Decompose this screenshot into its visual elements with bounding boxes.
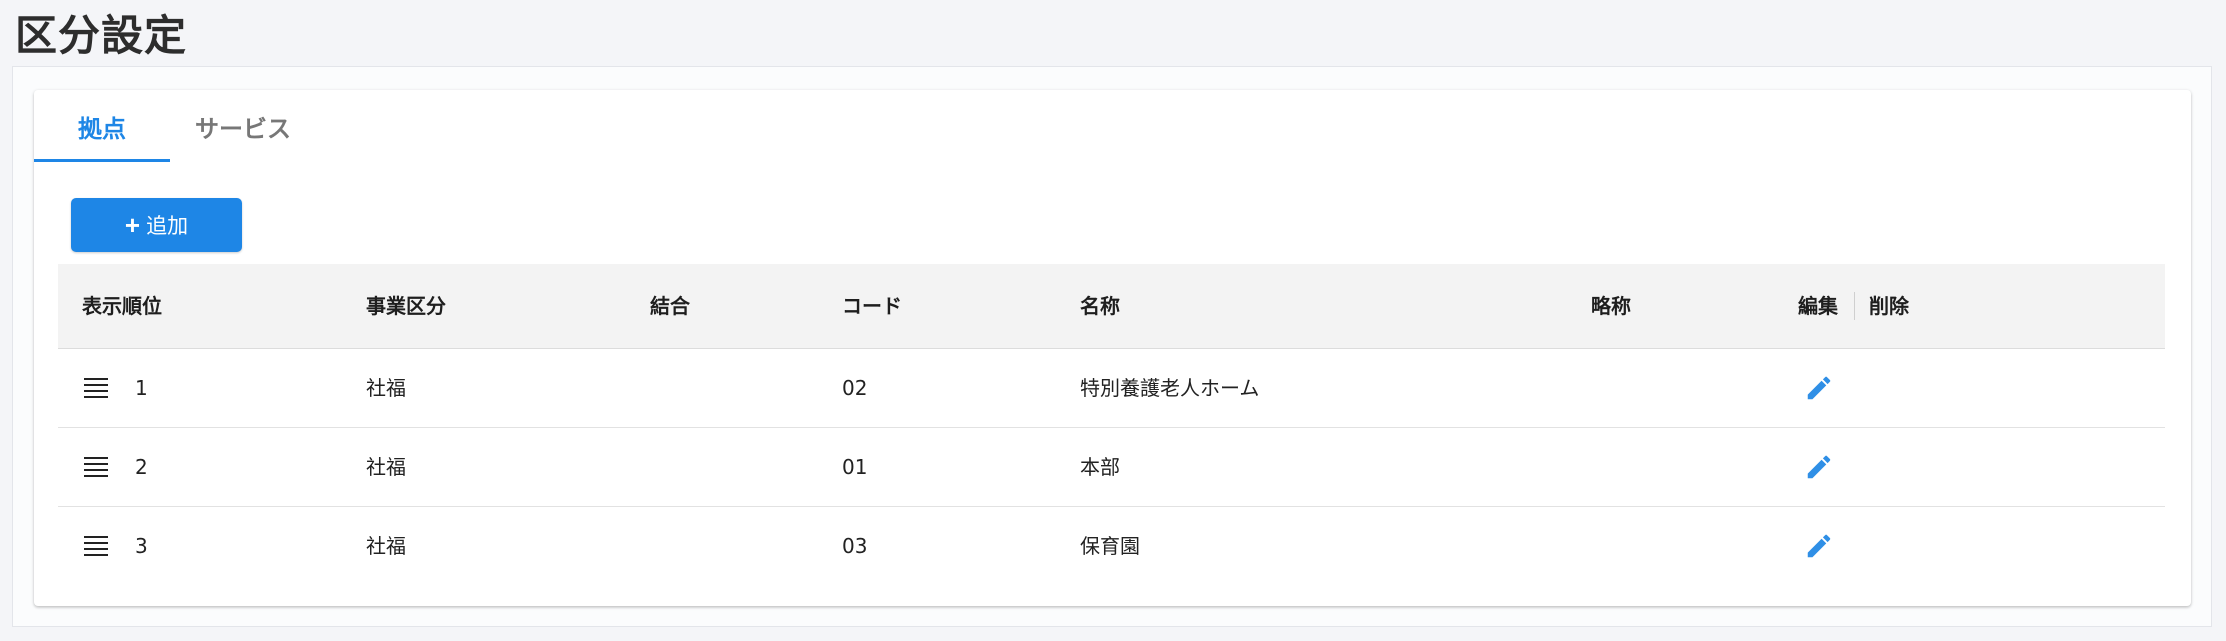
drag-handle-icon[interactable] — [84, 457, 108, 477]
column-header-business-category: 事業区分 — [366, 294, 446, 318]
drag-handle-icon[interactable] — [84, 536, 108, 556]
cell-business-category: 社福 — [366, 376, 406, 400]
tab-bar: 拠点 サービス — [34, 90, 316, 162]
cell-code: 03 — [842, 534, 868, 558]
table-row: 1 社福 02 特別養護老人ホーム — [58, 349, 2165, 428]
edit-pencil-icon[interactable] — [1804, 452, 1834, 482]
cell-order: 1 — [135, 376, 148, 400]
page-title: 区分設定 — [15, 11, 188, 60]
edit-pencil-icon[interactable] — [1804, 531, 1834, 561]
table-row: 2 社福 01 本部 — [58, 428, 2165, 507]
cell-code: 02 — [842, 376, 868, 400]
edit-pencil-icon[interactable] — [1804, 373, 1834, 403]
column-header-order: 表示順位 — [82, 294, 162, 318]
column-header-abbreviation: 略称 — [1591, 294, 1631, 318]
column-header-merge: 結合 — [650, 294, 690, 318]
header-divider — [1854, 292, 1855, 320]
cell-name: 本部 — [1080, 455, 1120, 479]
cell-order: 2 — [135, 455, 148, 479]
plus-icon: + — [124, 210, 141, 240]
table-header: 表示順位 事業区分 結合 コード 名称 略称 編集 削除 — [58, 264, 2165, 349]
column-header-name: 名称 — [1080, 294, 1120, 318]
add-button-label: 追加 — [146, 215, 189, 238]
drag-handle-icon[interactable] — [84, 378, 108, 398]
cell-business-category: 社福 — [366, 534, 406, 558]
cell-name: 保育園 — [1080, 534, 1140, 558]
tab-location[interactable]: 拠点 — [34, 90, 170, 162]
category-table: 表示順位 事業区分 結合 コード 名称 略称 編集 削除 1 社福 02 特別養… — [58, 264, 2165, 585]
column-header-code: コード — [842, 294, 902, 318]
cell-order: 3 — [135, 534, 148, 558]
cell-name: 特別養護老人ホーム — [1080, 376, 1260, 400]
cell-business-category: 社福 — [366, 455, 406, 479]
column-header-delete: 削除 — [1869, 294, 1909, 318]
table-row: 3 社福 03 保育園 — [58, 507, 2165, 585]
add-button[interactable]: + 追加 — [71, 198, 242, 252]
column-header-edit: 編集 — [1798, 294, 1838, 318]
settings-card: 拠点 サービス + 追加 表示順位 事業区分 結合 コード 名称 略称 編集 削… — [34, 90, 2191, 606]
cell-code: 01 — [842, 455, 868, 479]
tab-service[interactable]: サービス — [170, 90, 316, 162]
